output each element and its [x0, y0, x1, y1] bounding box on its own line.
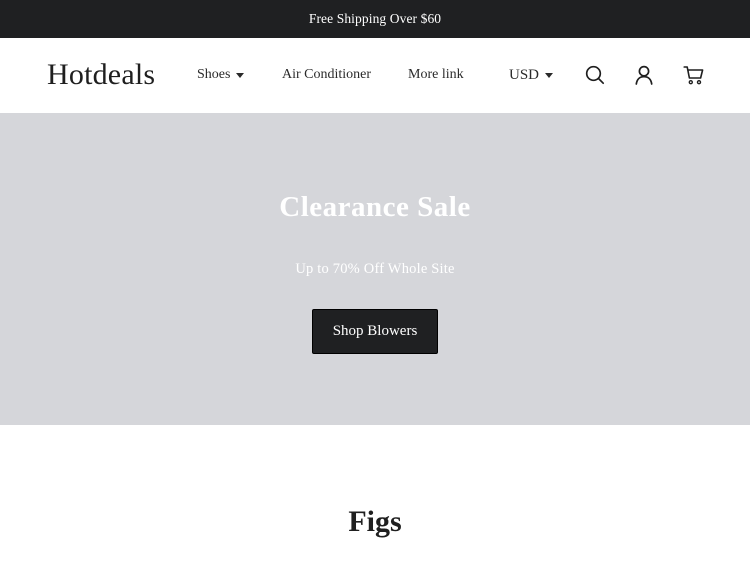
search-icon: [585, 65, 605, 85]
hero-subtitle: Up to 70% Off Whole Site: [295, 261, 455, 277]
account-button[interactable]: [633, 64, 655, 86]
cart-button[interactable]: [683, 64, 705, 86]
account-icon: [635, 65, 653, 85]
search-button[interactable]: [584, 64, 606, 86]
nav-item-more-link-label: More link: [408, 67, 464, 82]
announcement-text: Free Shipping Over $60: [308, 11, 442, 26]
nav-item-air-conditioner-label: Air Conditioner: [282, 67, 372, 82]
shop-blowers-button[interactable]: Shop Blowers: [312, 309, 438, 354]
hero-banner: Clearance Sale Up to 70% Off Whole Site …: [0, 113, 750, 425]
nav-item-shoes-label: Shoes: [197, 67, 231, 82]
hero-title: Clearance Sale: [279, 191, 471, 223]
nav-item-shoes[interactable]: Shoes: [197, 66, 245, 84]
site-logo[interactable]: Hotdeals: [47, 57, 155, 93]
nav-item-more-link[interactable]: More link: [408, 66, 464, 84]
nav-item-air-conditioner[interactable]: Air Conditioner: [282, 66, 371, 84]
currency-selector[interactable]: USD: [509, 66, 554, 84]
cart-icon: [683, 66, 704, 85]
caret-down-icon: [236, 72, 245, 78]
currency-label: USD: [509, 67, 540, 83]
section-title: Figs: [348, 505, 402, 538]
caret-down-icon: [545, 72, 554, 78]
site-header: Hotdeals Shoes Air Conditioner More link…: [0, 38, 750, 113]
announcement-bar: Free Shipping Over $60: [0, 0, 750, 38]
